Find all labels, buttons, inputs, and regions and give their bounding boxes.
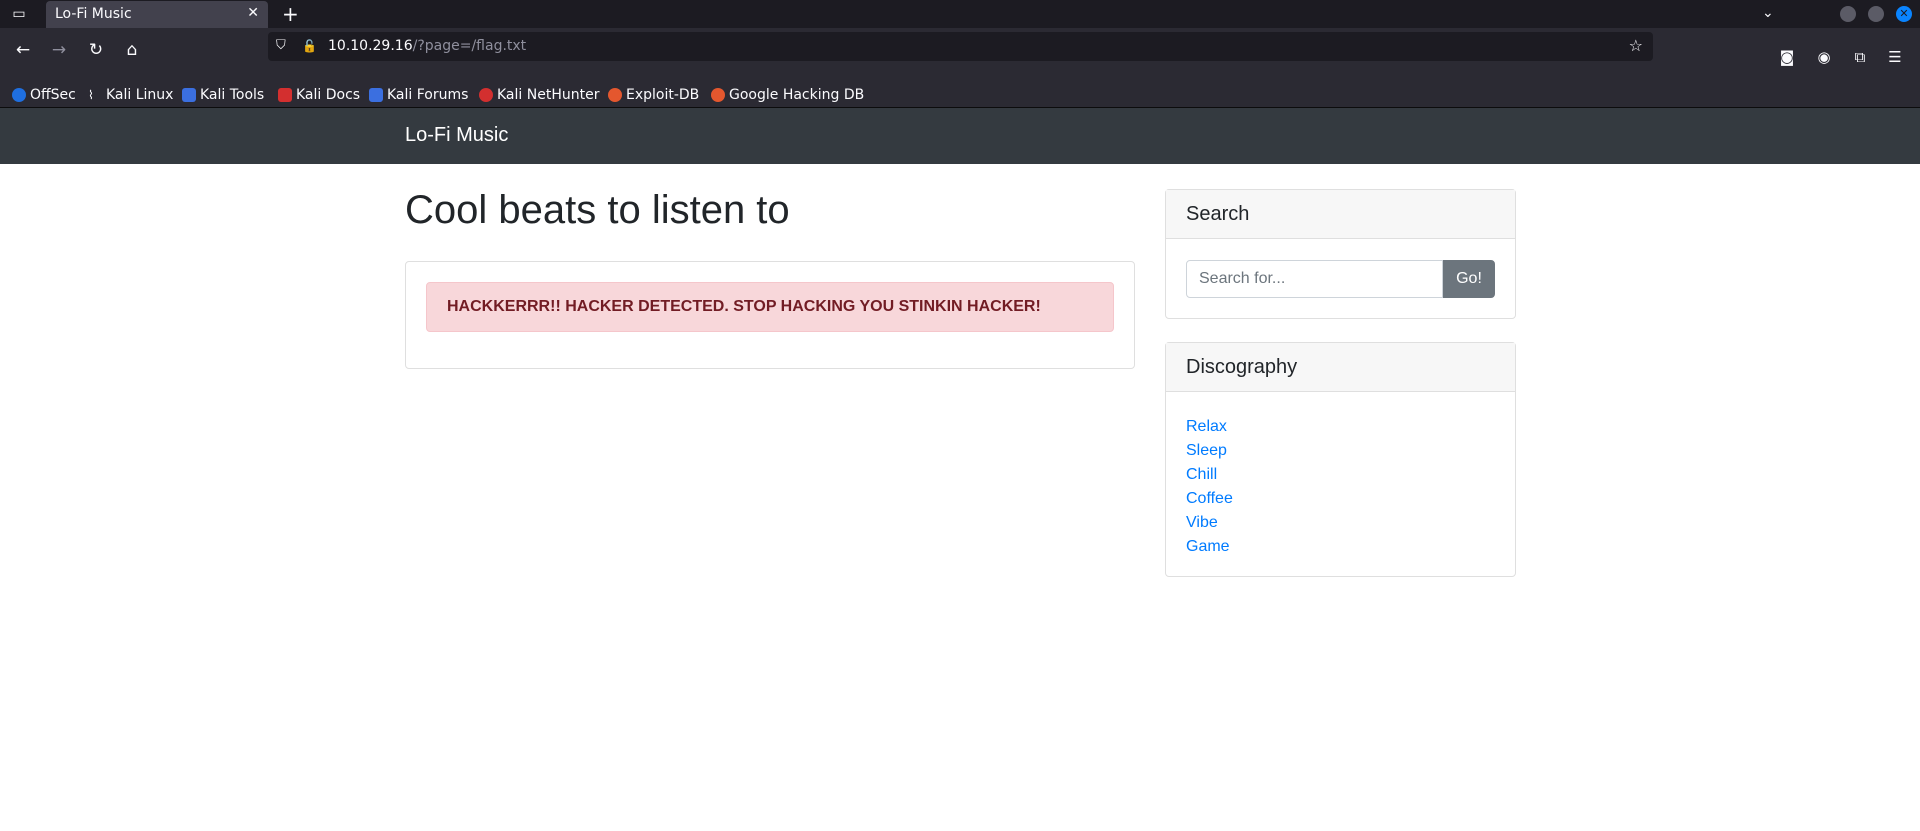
menu-icon[interactable]: ☰ — [1885, 47, 1905, 67]
discography-link-sleep[interactable]: Sleep — [1186, 442, 1227, 459]
search-card: Search Go! — [1165, 189, 1516, 319]
site-brand-link[interactable]: Lo-Fi Music — [405, 124, 508, 147]
discography-link-game[interactable]: Game — [1186, 538, 1230, 555]
lock-icon[interactable]: 🔓 — [302, 38, 317, 54]
list-item: Game — [1186, 534, 1515, 558]
kali-tools-icon — [182, 88, 196, 102]
extensions-icon[interactable]: ⧉ — [1850, 47, 1870, 67]
kali-docs-icon — [278, 88, 292, 102]
account-icon[interactable]: ◉ — [1814, 47, 1834, 67]
list-item: Chill — [1186, 462, 1515, 486]
ghdb-icon — [711, 88, 725, 102]
discography-card-title: Discography — [1166, 343, 1515, 392]
discography-link-vibe[interactable]: Vibe — [1186, 514, 1218, 531]
maximize-window-button[interactable] — [1868, 6, 1884, 22]
list-item: Vibe — [1186, 510, 1515, 534]
discography-link-relax[interactable]: Relax — [1186, 418, 1227, 435]
bookmark-kali-tools[interactable]: Kali Tools — [182, 84, 264, 106]
url-text[interactable]: 10.10.29.16/?page=/flag.txt — [328, 38, 526, 54]
tab-title: Lo-Fi Music — [55, 6, 132, 22]
bookmark-kali-docs[interactable]: Kali Docs — [278, 84, 360, 106]
back-arrow-icon[interactable]: ← — [11, 38, 35, 62]
bookmark-star-icon[interactable]: ☆ — [1629, 36, 1643, 55]
exploit-db-icon — [608, 88, 622, 102]
new-tab-icon[interactable]: + — [282, 3, 299, 25]
chevron-down-icon[interactable]: ⌄ — [1762, 5, 1774, 21]
tab-overview-icon[interactable]: ▭ — [10, 5, 28, 23]
url-bar[interactable]: ⛉ 🔓 10.10.29.16/?page=/flag.txt ☆ — [268, 32, 1653, 61]
page-title: Cool beats to listen to — [405, 188, 790, 232]
pocket-icon[interactable]: ◙ — [1777, 47, 1797, 67]
active-tab[interactable]: Lo-Fi Music ✕ — [46, 1, 268, 28]
kali-nethunter-icon — [479, 88, 493, 102]
bookmark-google-hacking-db[interactable]: Google Hacking DB — [711, 84, 864, 106]
home-icon[interactable]: ⌂ — [120, 38, 144, 62]
hacker-alert: HACKKERRR!! HACKER DETECTED. STOP HACKIN… — [426, 282, 1114, 332]
close-window-button[interactable]: ✕ — [1896, 6, 1912, 22]
bookmark-kali-forums[interactable]: Kali Forums — [369, 84, 468, 106]
url-host: 10.10.29.16 — [328, 38, 413, 54]
bookmark-offsec[interactable]: OffSec — [12, 84, 76, 106]
list-item: Relax — [1186, 414, 1515, 438]
bookmark-kali-nethunter[interactable]: Kali NetHunter — [479, 84, 599, 106]
search-go-button[interactable]: Go! — [1443, 260, 1495, 298]
kali-dragon-icon: ⌇ — [88, 88, 94, 102]
content-card: HACKKERRR!! HACKER DETECTED. STOP HACKIN… — [405, 261, 1135, 369]
bookmark-exploit-db[interactable]: Exploit-DB — [608, 84, 699, 106]
reload-icon[interactable]: ↻ — [84, 38, 108, 62]
discography-list: Relax Sleep Chill Coffee Vibe Game — [1166, 392, 1515, 558]
search-input[interactable] — [1186, 260, 1443, 298]
close-tab-icon[interactable]: ✕ — [247, 5, 259, 21]
discography-card: Discography Relax Sleep Chill Coffee Vib… — [1165, 342, 1516, 577]
forward-arrow-icon[interactable]: → — [47, 38, 71, 62]
minimize-window-button[interactable] — [1840, 6, 1856, 22]
search-form: Go! — [1186, 260, 1496, 298]
tab-bar: ▭ Lo-Fi Music ✕ + ⌄ ✕ — [0, 0, 1920, 28]
site-navbar: Lo-Fi Music — [0, 108, 1920, 164]
offsec-icon — [12, 88, 26, 102]
shield-icon[interactable]: ⛉ — [276, 38, 290, 54]
kali-forums-icon — [369, 88, 383, 102]
search-card-title: Search — [1166, 190, 1515, 239]
list-item: Sleep — [1186, 438, 1515, 462]
url-path: /?page=/flag.txt — [412, 38, 527, 54]
list-item: Coffee — [1186, 486, 1515, 510]
discography-link-chill[interactable]: Chill — [1186, 466, 1217, 483]
bookmarks-toolbar: OffSec ⌇ Kali Linux Kali Tools Kali Docs … — [0, 82, 1920, 108]
discography-link-coffee[interactable]: Coffee — [1186, 490, 1233, 507]
bookmark-kali-linux[interactable]: ⌇ Kali Linux — [88, 84, 173, 106]
browser-toolbar: ← → ↻ ⌂ ⛉ 🔓 10.10.29.16/?page=/flag.txt … — [0, 28, 1920, 87]
